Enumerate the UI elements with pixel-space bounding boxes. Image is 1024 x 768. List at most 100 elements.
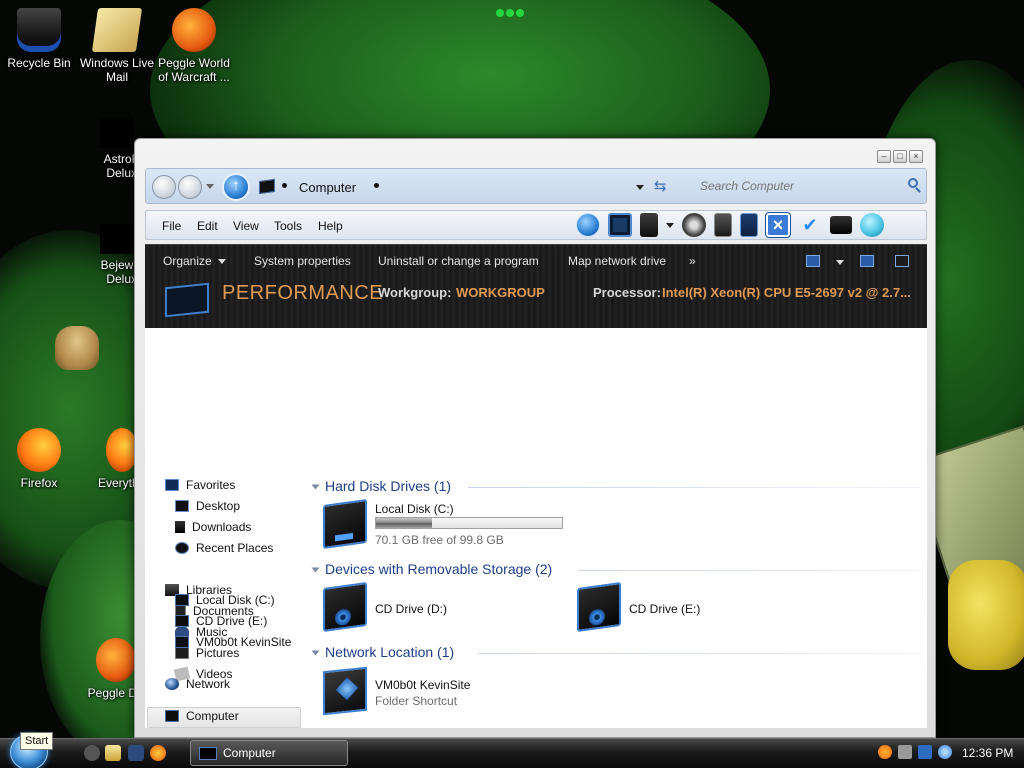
drive-free-space: 70.1 GB free of 99.8 GB <box>375 533 504 547</box>
drive-name: Local Disk (C:) <box>375 502 454 516</box>
command-bar: Organize System properties Uninstall or … <box>145 244 927 328</box>
tray-network-icon[interactable] <box>898 745 912 759</box>
explorer-window: – □ × ↑ Computer ⇆ File Edit View Tools … <box>134 138 936 738</box>
notepad-icon[interactable] <box>740 213 758 237</box>
menu-file[interactable]: File <box>162 219 181 233</box>
desktop-gopher-widget[interactable] <box>42 326 112 374</box>
desktop-icon-label: Firefox <box>20 476 58 490</box>
address-dropdown[interactable] <box>636 185 644 190</box>
preview-pane-icon[interactable] <box>860 255 874 267</box>
up-arrow-icon[interactable] <box>576 213 600 237</box>
windows-live-mail-icon <box>91 8 143 52</box>
address-bar-row: ↑ Computer ⇆ <box>145 168 927 204</box>
back-button[interactable] <box>152 175 176 199</box>
tray-display-icon[interactable] <box>918 745 932 759</box>
nav-downloads[interactable]: Downloads <box>175 520 251 534</box>
search-icon[interactable] <box>908 178 918 188</box>
group-header-removable-storage[interactable]: Devices with Removable Storage (2) <box>311 561 552 577</box>
quicklaunch-folder-icon[interactable] <box>105 745 121 761</box>
content-area: Favorites Desktop Downloads Recent Place… <box>145 328 927 728</box>
map-network-drive-button[interactable]: Map network drive <box>568 254 666 268</box>
menu-edit[interactable]: Edit <box>197 219 218 233</box>
copy-icon[interactable] <box>714 213 732 237</box>
details-heading: PERFORMANCE <box>222 282 384 304</box>
nav-cd-drive-e[interactable]: CD Drive (E:) <box>175 614 267 628</box>
collapse-arrow-icon <box>311 650 320 656</box>
astropop-icon <box>100 118 134 148</box>
hard-drive-icon <box>323 498 367 550</box>
network-location-kevinsite[interactable]: VM0b0t KevinSite Folder Shortcut <box>323 666 523 717</box>
breadcrumb-computer[interactable]: Computer <box>299 180 356 195</box>
bejeweled-icon <box>100 224 134 254</box>
search-input[interactable] <box>690 174 924 198</box>
drive-cd-e[interactable]: CD Drive (E:) <box>577 581 777 633</box>
gopher-icon <box>55 326 99 370</box>
chevron-down-icon[interactable] <box>666 222 674 228</box>
minimize-button[interactable]: – <box>877 150 891 163</box>
menu-view[interactable]: View <box>233 219 259 233</box>
taskbar-button-computer[interactable]: Computer <box>190 740 348 766</box>
burn-disc-icon[interactable] <box>682 213 706 237</box>
nav-kevinsite[interactable]: VM0b0t KevinSite <box>175 635 291 649</box>
group-header-hard-disk-drives[interactable]: Hard Disk Drives (1) <box>311 478 451 494</box>
quicklaunch-computer-icon[interactable] <box>128 745 144 761</box>
nav-desktop[interactable]: Desktop <box>175 499 240 513</box>
tray-volume-icon[interactable] <box>938 745 952 759</box>
network-icon <box>165 678 179 690</box>
maximize-button[interactable]: □ <box>893 150 907 163</box>
nav-local-disk-c[interactable]: Local Disk (C:) <box>175 593 275 607</box>
checkmark-icon[interactable]: ✔ <box>798 213 822 237</box>
workgroup-label: Workgroup: <box>378 285 452 300</box>
shell-icon[interactable] <box>860 213 884 237</box>
more-commands-button[interactable]: » <box>689 254 696 268</box>
drive-cd-d[interactable]: CD Drive (D:) <box>323 581 523 633</box>
group-header-network-location[interactable]: Network Location (1) <box>311 644 454 660</box>
processor-label: Processor: <box>593 285 661 300</box>
chevron-down-icon[interactable] <box>836 260 844 265</box>
workgroup-value: WORKGROUP <box>456 285 545 300</box>
nav-computer[interactable]: Computer <box>165 709 239 723</box>
quicklaunch-show-desktop-icon[interactable] <box>84 745 100 761</box>
drive-icon[interactable] <box>830 216 852 234</box>
recycle-bin-icon <box>17 8 61 52</box>
breadcrumb-separator[interactable] <box>282 183 287 188</box>
change-view-icon[interactable] <box>806 255 820 267</box>
nav-label: CD Drive (E:) <box>196 614 268 628</box>
group-divider <box>468 487 920 488</box>
forward-button[interactable] <box>178 175 202 199</box>
organize-button[interactable]: Organize <box>163 254 226 268</box>
recent-pages-dropdown[interactable] <box>206 184 214 189</box>
quicklaunch-firefox-icon[interactable] <box>150 745 166 761</box>
system-properties-button[interactable]: System properties <box>254 254 351 268</box>
wallpaper-hand <box>948 560 1024 670</box>
desktop-icon-windows-live-mail[interactable]: Windows Live Mail <box>78 8 156 84</box>
monitor-icon <box>165 282 209 318</box>
nav-favorites[interactable]: Favorites <box>165 478 235 492</box>
drive-local-disk-c[interactable]: Local Disk (C:) 70.1 GB free of 99.8 GB <box>323 498 563 550</box>
tray-search-icon[interactable] <box>878 745 892 759</box>
nav-recent-places[interactable]: Recent Places <box>175 541 273 555</box>
wallpaper-lights <box>496 6 530 18</box>
breadcrumb-separator[interactable] <box>374 183 379 188</box>
drive-name: CD Drive (D:) <box>375 602 447 616</box>
desktop-icon-recycle-bin[interactable]: Recycle Bin <box>0 8 78 70</box>
close-button[interactable]: × <box>909 150 923 163</box>
nav-label: VM0b0t KevinSite <box>196 635 292 649</box>
delete-icon[interactable]: × <box>766 213 790 237</box>
menu-help[interactable]: Help <box>318 219 343 233</box>
collapse-arrow-icon <box>311 567 320 573</box>
computer-view-icon[interactable] <box>608 213 632 237</box>
desktop-icon-peggle-wow[interactable]: Peggle World of Warcraft ... <box>155 8 233 84</box>
network-folder-icon <box>323 666 367 716</box>
search-box[interactable] <box>690 174 924 198</box>
help-icon[interactable] <box>895 255 909 267</box>
up-level-button[interactable]: ↑ <box>222 173 250 201</box>
desktop-icon-firefox[interactable]: Firefox <box>0 428 78 490</box>
uninstall-program-button[interactable]: Uninstall or change a program <box>378 254 539 268</box>
navigation-pane: Favorites Desktop Downloads Recent Place… <box>145 328 305 728</box>
nav-network[interactable]: Network <box>165 677 230 691</box>
disk-icon[interactable] <box>640 213 658 237</box>
item-type: Folder Shortcut <box>375 694 458 708</box>
menu-tools[interactable]: Tools <box>274 219 302 233</box>
refresh-icon[interactable]: ⇆ <box>654 177 667 195</box>
